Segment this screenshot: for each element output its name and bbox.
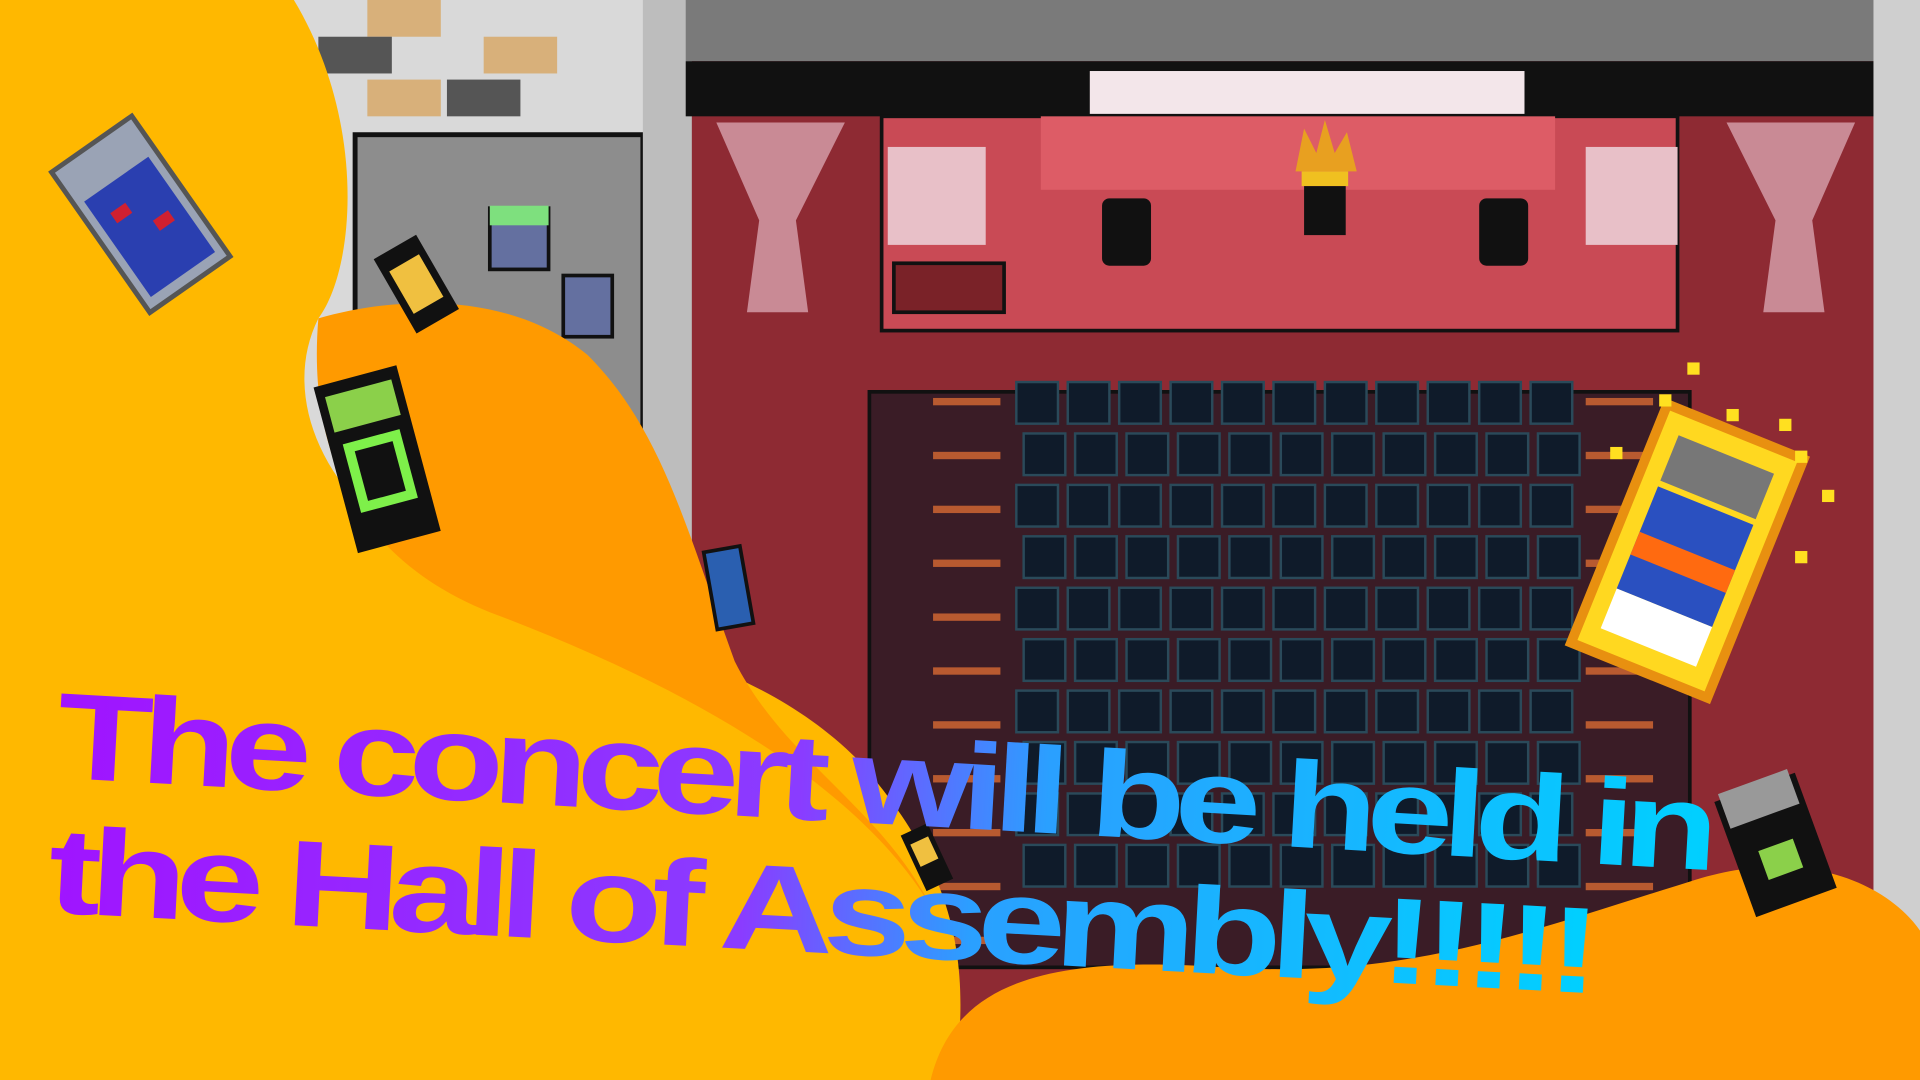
seat: [1331, 637, 1376, 683]
seat: [1169, 586, 1214, 631]
stair-step: [1585, 397, 1654, 406]
seat: [1375, 380, 1420, 425]
seat: [1331, 535, 1376, 580]
seat: [1536, 535, 1581, 580]
seat: [1015, 483, 1060, 528]
stair-step: [933, 667, 1001, 675]
seat: [1117, 586, 1163, 631]
seat: [1331, 432, 1376, 477]
seat: [1066, 586, 1111, 631]
seat: [1015, 380, 1060, 425]
seat: [1228, 432, 1273, 477]
seat: [1073, 535, 1118, 580]
seat: [1176, 535, 1221, 580]
seat: [1169, 380, 1214, 425]
seat: [1433, 535, 1478, 580]
seat: [1125, 535, 1170, 580]
seat: [1485, 432, 1530, 477]
seat: [1477, 483, 1523, 528]
seat: [1426, 483, 1471, 528]
seat: [1382, 432, 1427, 477]
stair-step: [933, 451, 1001, 460]
seat: [1220, 689, 1265, 734]
seat: [1536, 432, 1581, 477]
seat: [1485, 535, 1530, 580]
seat: [1117, 483, 1163, 528]
seat: [1022, 637, 1067, 683]
seat: [1169, 689, 1214, 734]
seat: [1375, 483, 1420, 528]
seat: [1529, 689, 1574, 734]
stair-step: [933, 505, 1001, 514]
seat: [1272, 689, 1317, 734]
seat: [1176, 432, 1221, 477]
seat: [1375, 689, 1420, 734]
seat: [1073, 637, 1118, 683]
seat: [1220, 483, 1265, 528]
seat: [1426, 380, 1471, 425]
seat: [1529, 380, 1574, 425]
seat: [1433, 637, 1478, 683]
seat: [1426, 689, 1471, 734]
seat: [1066, 380, 1111, 425]
seat: [1066, 483, 1111, 528]
seat: [1529, 586, 1574, 631]
stage-screen: [1089, 71, 1525, 114]
seat: [1529, 483, 1574, 528]
seat: [1272, 380, 1317, 425]
seat: [1382, 637, 1427, 683]
seat: [1228, 535, 1273, 580]
stair-step: [933, 559, 1001, 567]
seat: [1375, 586, 1420, 631]
seat: [1323, 380, 1368, 425]
seat: [1125, 637, 1170, 683]
seat: [1117, 380, 1163, 425]
stair-step: [1585, 721, 1654, 729]
seat: [1323, 689, 1368, 734]
seat: [1477, 380, 1523, 425]
seat: [1015, 586, 1060, 631]
seat: [1323, 586, 1368, 631]
seat: [1477, 586, 1523, 631]
seat: [1382, 535, 1427, 580]
top-wall: [685, 0, 1886, 62]
poster: The concert will be held in the Hall of …: [0, 0, 1920, 1080]
seat: [1426, 586, 1471, 631]
seat: [1279, 637, 1324, 683]
seat: [1022, 535, 1067, 580]
seat: [1073, 432, 1118, 477]
seat: [1220, 586, 1265, 631]
seat: [1485, 637, 1530, 683]
seat: [1279, 535, 1324, 580]
seat: [1169, 483, 1214, 528]
seat: [1433, 432, 1478, 477]
seat: [1220, 380, 1265, 425]
stair-step: [933, 397, 1001, 406]
seat: [1125, 432, 1170, 477]
stair-step: [933, 613, 1001, 621]
seat: [1228, 637, 1273, 683]
seat: [1323, 483, 1368, 528]
seat: [1477, 689, 1523, 734]
seat: [1272, 586, 1317, 631]
seat: [1022, 432, 1067, 477]
seat: [1176, 637, 1221, 683]
seat: [1279, 432, 1324, 477]
seat: [1272, 483, 1317, 528]
